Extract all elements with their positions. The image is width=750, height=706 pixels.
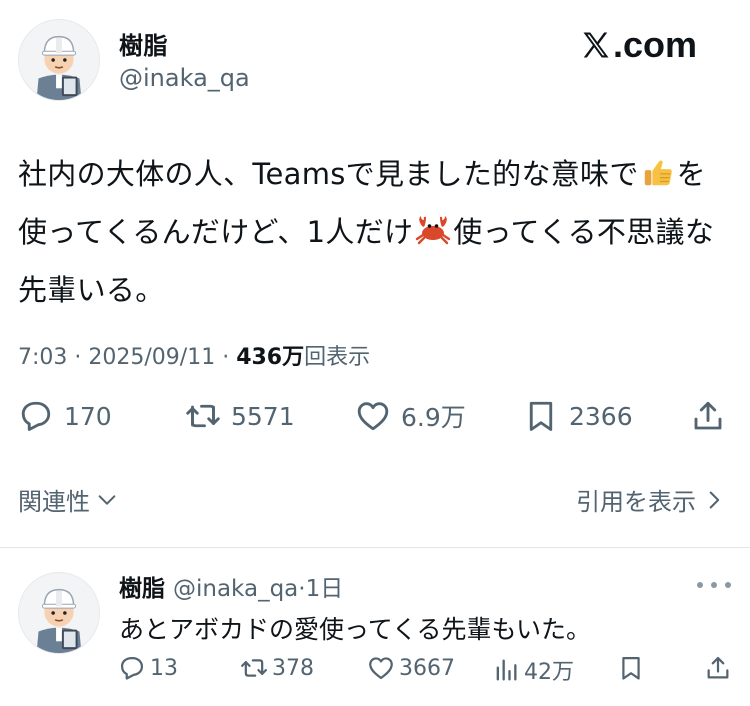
more-dot: [697, 582, 703, 588]
heart-icon: [357, 402, 389, 431]
reply-retweet-count: 378: [272, 655, 314, 681]
more-dot: [711, 582, 717, 588]
reply-like-count: 3667: [399, 655, 455, 681]
related-sort-button[interactable]: 関連性: [18, 482, 118, 517]
views-count: 436万: [236, 345, 305, 370]
reply-reply-count: 13: [150, 655, 178, 681]
related-label: 関連性: [18, 488, 90, 516]
reply-count: 170: [64, 401, 112, 431]
view-quotes-label: 引用を表示: [576, 488, 696, 516]
tweet-date[interactable]: 2025/09/11: [88, 345, 215, 370]
chevron-down-icon: [98, 494, 116, 505]
reply-share-button[interactable]: [704, 654, 736, 682]
reply-header: 樹脂 @inaka_qa·1日: [119, 569, 343, 603]
view-quotes-link[interactable]: 引用を表示: [576, 482, 724, 517]
x-com-brand: .com: [581, 24, 697, 66]
author-avatar[interactable]: [18, 19, 100, 101]
brand-domain: .com: [613, 24, 698, 65]
divider: [0, 547, 750, 548]
retweet-icon: [186, 404, 220, 428]
tweet-links-row: 関連性 引用を表示: [0, 482, 750, 518]
thumbs-up-emoji-icon: [641, 153, 675, 206]
reply-icon: [120, 656, 144, 680]
tweet-text: 社内の大体の人、Teamsで見ました的な意味で を使ってくるんだけど、1人だけ …: [18, 148, 733, 317]
meta-separator: ·: [215, 345, 237, 370]
bookmark-icon: [529, 401, 553, 431]
x-logo-icon: [583, 32, 609, 58]
more-options-button[interactable]: [697, 578, 731, 592]
reply-separator: ·: [298, 576, 306, 602]
reply-retweet-button[interactable]: 378: [240, 654, 314, 682]
bookmark-icon: [622, 656, 640, 680]
retweet-count: 5571: [231, 401, 295, 431]
construction-worker-avatar-icon: [19, 20, 99, 100]
heart-icon: [369, 657, 393, 680]
like-count: 6.9万: [401, 403, 466, 432]
reply-display-name[interactable]: 樹脂: [119, 576, 165, 602]
views-chart-icon: [496, 659, 517, 681]
reply-icon: [21, 401, 51, 431]
construction-worker-avatar-icon: [19, 573, 99, 653]
tweet-text-part1: 社内の大体の人、Teamsで見ました的な意味で: [18, 157, 639, 191]
reply-action-bar: 13 378 3667 42万: [0, 654, 750, 690]
reply-author-avatar[interactable]: [18, 572, 100, 654]
meta-separator: ·: [67, 345, 89, 370]
reply-like-button[interactable]: 3667: [367, 654, 455, 682]
tweet-action-bar: 170 5571 6.9万 2366: [0, 398, 750, 444]
author-display-name[interactable]: 樹脂: [119, 26, 168, 61]
reply-time[interactable]: 1日: [306, 576, 344, 602]
retweet-icon: [240, 659, 268, 677]
reply-view-count: 42万: [524, 660, 574, 685]
share-icon: [694, 401, 722, 430]
author-handle[interactable]: @inaka_qa: [119, 64, 250, 92]
reply-bookmark-button[interactable]: [617, 654, 649, 682]
crab-emoji-icon: [415, 211, 451, 264]
share-icon: [707, 656, 729, 679]
tweet-meta: 7:03 · 2025/09/11 · 436万回表示: [18, 339, 370, 371]
bookmark-button[interactable]: 2366: [523, 398, 633, 434]
chevron-right-icon: [709, 491, 720, 508]
retweet-button[interactable]: 5571: [185, 398, 295, 434]
reply-views-button[interactable]: 42万: [492, 654, 574, 686]
like-button[interactable]: 6.9万: [355, 398, 466, 434]
reply-text: あとアボカドの愛使ってくる先輩もいた。: [119, 615, 592, 644]
tweet-time[interactable]: 7:03: [18, 345, 67, 370]
reply-handle[interactable]: @inaka_qa: [173, 576, 298, 602]
bookmark-count: 2366: [569, 401, 633, 431]
tweet-screenshot: 樹脂 @inaka_qa .com 社内の大体の人、Teamsで見ました的な意味…: [0, 0, 750, 706]
more-dot: [725, 582, 731, 588]
share-button[interactable]: [690, 398, 736, 434]
reply-reply-button[interactable]: 13: [118, 654, 178, 682]
views-label: 回表示: [304, 345, 371, 370]
reply-button[interactable]: 170: [18, 398, 112, 434]
